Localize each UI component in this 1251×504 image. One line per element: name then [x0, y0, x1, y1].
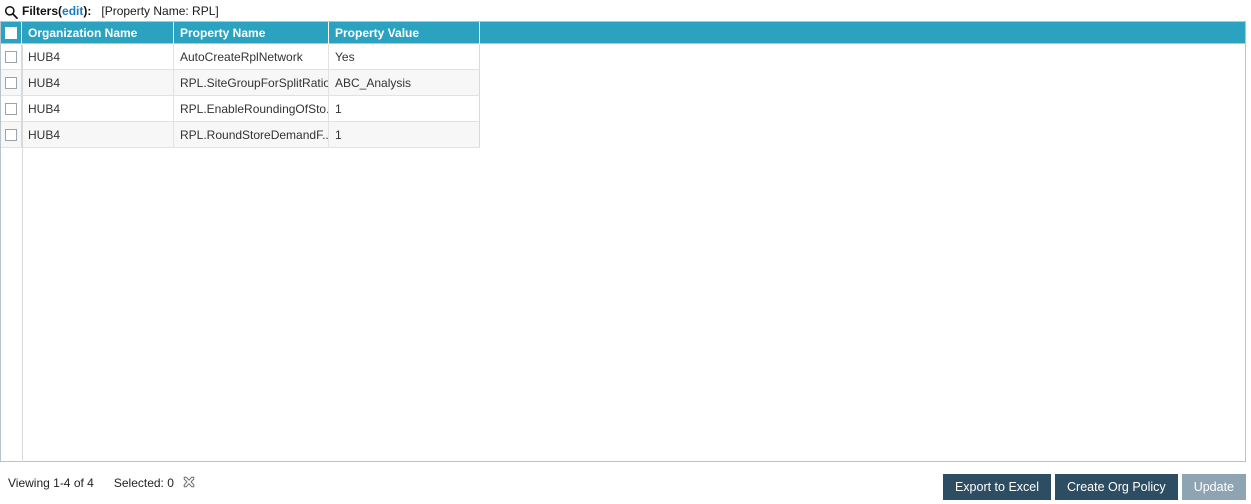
- status-area: Viewing 1-4 of 4 Selected: 0: [8, 476, 196, 490]
- table-row[interactable]: HUB4 RPL.RoundStoreDemandF... 1: [1, 122, 480, 148]
- filters-colon: :: [87, 3, 92, 18]
- filters-label: Filters: [22, 3, 59, 18]
- table-row[interactable]: HUB4 AutoCreateRplNetwork Yes: [1, 44, 480, 70]
- row-select-cell[interactable]: [1, 70, 22, 95]
- selected-count: Selected: 0: [113, 476, 174, 490]
- footer-button-group: Export to Excel Create Org Policy Update: [942, 474, 1246, 500]
- row-checkbox[interactable]: [5, 102, 17, 115]
- clear-selection-icon[interactable]: [182, 476, 196, 490]
- row-select-cell[interactable]: [1, 122, 22, 147]
- search-icon: [4, 5, 18, 19]
- column-header-filler: [480, 22, 1245, 44]
- select-all-cell[interactable]: [1, 21, 22, 44]
- cell-property-value: ABC_Analysis: [329, 70, 480, 95]
- table-row[interactable]: HUB4 RPL.SiteGroupForSplitRatio ABC_Anal…: [1, 70, 480, 96]
- grid-body: HUB4 AutoCreateRplNetwork Yes HUB4 RPL.S…: [1, 44, 1245, 148]
- create-org-policy-button[interactable]: Create Org Policy: [1055, 474, 1178, 500]
- active-filter-chip: [Property Name: RPL]: [101, 3, 219, 18]
- column-header-property-name[interactable]: Property Name: [174, 21, 329, 44]
- cell-property-value: Yes: [329, 44, 480, 69]
- column-header-organization-name[interactable]: Organization Name: [22, 21, 174, 44]
- grid-header-row: Organization Name Property Name Property…: [1, 21, 1245, 44]
- row-checkbox[interactable]: [5, 50, 17, 63]
- cell-organization-name: HUB4: [22, 70, 174, 95]
- viewing-count: Viewing 1-4 of 4: [8, 476, 94, 490]
- row-select-cell[interactable]: [1, 44, 22, 69]
- cell-organization-name: HUB4: [22, 122, 174, 147]
- cell-property-name: RPL.EnableRoundingOfSto...: [174, 96, 329, 121]
- cell-property-name: AutoCreateRplNetwork: [174, 44, 329, 69]
- cell-property-name: RPL.SiteGroupForSplitRatio: [174, 70, 329, 95]
- cell-property-name: RPL.RoundStoreDemandF...: [174, 122, 329, 147]
- column-header-property-value[interactable]: Property Value: [329, 21, 480, 44]
- row-checkbox[interactable]: [5, 76, 17, 89]
- cell-organization-name: HUB4: [22, 96, 174, 121]
- filters-edit-link[interactable]: edit: [62, 4, 83, 18]
- cell-property-value: 1: [329, 96, 480, 121]
- grid-panel: Organization Name Property Name Property…: [0, 21, 1246, 462]
- update-button[interactable]: Update: [1181, 474, 1246, 500]
- select-all-checkbox[interactable]: [5, 26, 17, 39]
- row-checkbox[interactable]: [5, 128, 17, 141]
- cell-organization-name: HUB4: [22, 44, 174, 69]
- row-select-cell[interactable]: [1, 96, 22, 121]
- table-row[interactable]: HUB4 RPL.EnableRoundingOfSto... 1: [1, 96, 480, 122]
- grid-left-rail: [22, 45, 23, 462]
- export-to-excel-button[interactable]: Export to Excel: [942, 474, 1052, 500]
- cell-property-value: 1: [329, 122, 480, 147]
- org-property-grid-page: Filters (edit): [Property Name: RPL] Org…: [0, 0, 1251, 504]
- filters-bar: Filters (edit): [Property Name: RPL]: [0, 0, 1251, 21]
